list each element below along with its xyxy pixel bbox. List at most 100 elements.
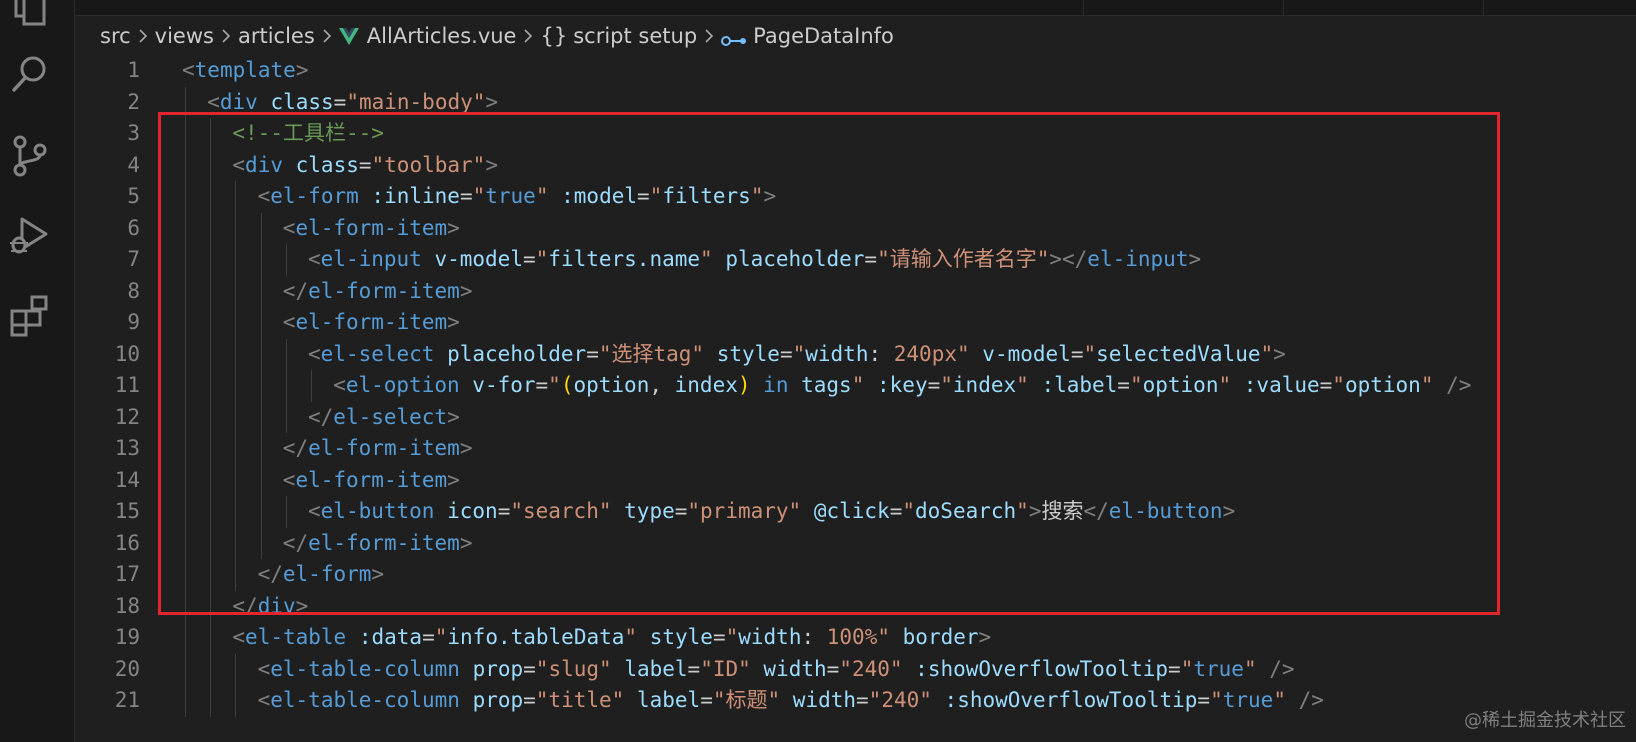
code-token: true (1222, 688, 1274, 712)
line-number: 14 (114, 467, 140, 492)
highlight-box (158, 112, 1500, 615)
source-control-icon[interactable] (8, 134, 52, 178)
code-token: prop (472, 688, 524, 712)
code-line[interactable]: 1 <template> (75, 55, 1636, 87)
chevron-right-icon (522, 27, 534, 45)
run-debug-icon[interactable] (8, 213, 52, 257)
code-token: el-table-column (270, 656, 460, 681)
code-text: <el-table :data="info.tableData" style="… (232, 622, 991, 654)
line-number: 13 (114, 436, 140, 460)
line-number: 2 (127, 89, 140, 114)
line-number: 20 (114, 656, 140, 681)
code-token: :showOverflowTooltip (915, 656, 1169, 681)
code-token: > (485, 89, 499, 114)
code-token: < (232, 625, 246, 649)
code-token: " (1273, 688, 1286, 712)
code-token: prop (472, 656, 524, 681)
breadcrumb-script-setup[interactable]: script setup (573, 24, 697, 48)
watermark: @稀土掘金技术社区 (1464, 710, 1626, 731)
indent-guide (185, 622, 186, 654)
code-token: "240" (868, 688, 932, 712)
code-token: = (1197, 688, 1211, 712)
code-token: el-table-column (270, 688, 460, 712)
code-token: = (856, 688, 869, 712)
code-token: : (801, 625, 827, 649)
line-number: 1 (127, 58, 140, 82)
code-token: info.tableData (447, 625, 625, 649)
tab-divider (1483, 0, 1484, 15)
breadcrumb-articles[interactable]: articles (238, 24, 315, 48)
tab-bar (75, 0, 1636, 16)
indent-guide (185, 685, 186, 717)
line-number: 9 (127, 310, 140, 334)
indent-guide (210, 653, 212, 685)
code-token: < (257, 688, 271, 712)
code-token: true (1193, 656, 1244, 681)
code-token: div (219, 89, 258, 114)
code-token: 100% (826, 625, 878, 649)
extensions-icon[interactable] (8, 293, 52, 337)
chevron-right-icon (220, 27, 232, 45)
search-icon[interactable] (8, 52, 52, 96)
breadcrumb-src[interactable]: src (100, 24, 131, 48)
code-token: = (712, 625, 726, 649)
breadcrumb: src views articles AllArticles.vue {} sc… (75, 15, 1636, 57)
code-text: <el-table-column prop="slug" label="ID" … (258, 654, 1295, 686)
line-number: 17 (114, 562, 140, 586)
chevron-right-icon (703, 27, 715, 45)
code-token: /> (1285, 688, 1324, 712)
code-token: = (1168, 656, 1181, 681)
code-token: class (270, 89, 334, 114)
line-number: 10 (114, 341, 140, 366)
code-token: border (902, 625, 979, 649)
code-token: " (725, 625, 739, 649)
code-token: " (434, 625, 448, 649)
indent-guide (210, 622, 212, 654)
line-number: 15 (114, 499, 140, 523)
line-number: 11 (114, 373, 140, 397)
indent-guide (235, 685, 237, 717)
indent-guide (185, 653, 186, 685)
code-line[interactable]: 20 <el-table-column prop="slug" label="ID… (75, 653, 1636, 686)
code-token: label (624, 656, 688, 681)
code-token: el-table (245, 625, 347, 649)
code-token: < (207, 89, 220, 114)
activity-bar (0, 0, 75, 742)
code-token: < (182, 58, 195, 82)
code-token: > (978, 625, 992, 649)
code-line[interactable]: 19 <el-table :data="info.tableData" style… (75, 622, 1636, 654)
code-token: :showOverflowTooltip (944, 688, 1198, 712)
braces-icon: {} (540, 24, 568, 48)
code-token: = (700, 688, 713, 712)
breadcrumb-file[interactable]: AllArticles.vue (367, 24, 517, 48)
chevron-right-icon (137, 27, 149, 45)
breadcrumb-views[interactable]: views (155, 24, 214, 48)
code-token: width (738, 625, 802, 649)
code-token: " (1243, 656, 1257, 681)
line-number: 3 (127, 121, 140, 145)
code-token: "title" (535, 688, 625, 712)
code-text: <template> (182, 55, 308, 87)
line-number: 18 (114, 593, 140, 618)
tab-divider (1083, 0, 1084, 15)
code-token: "240" (839, 656, 903, 681)
code-token: label (636, 688, 701, 712)
breadcrumb-symbol[interactable]: PageDataInfo (753, 24, 894, 48)
code-token: "slug" (535, 656, 612, 681)
explorer-icon[interactable] (8, 0, 52, 30)
code-line[interactable]: 21 <el-table-column prop="title" label="标… (75, 685, 1636, 717)
code-token: = (422, 625, 435, 649)
chevron-right-icon (321, 27, 333, 45)
tab-divider (1283, 0, 1284, 15)
line-number: 12 (114, 404, 140, 429)
code-token: > (295, 58, 309, 82)
indent-guide (210, 685, 212, 717)
